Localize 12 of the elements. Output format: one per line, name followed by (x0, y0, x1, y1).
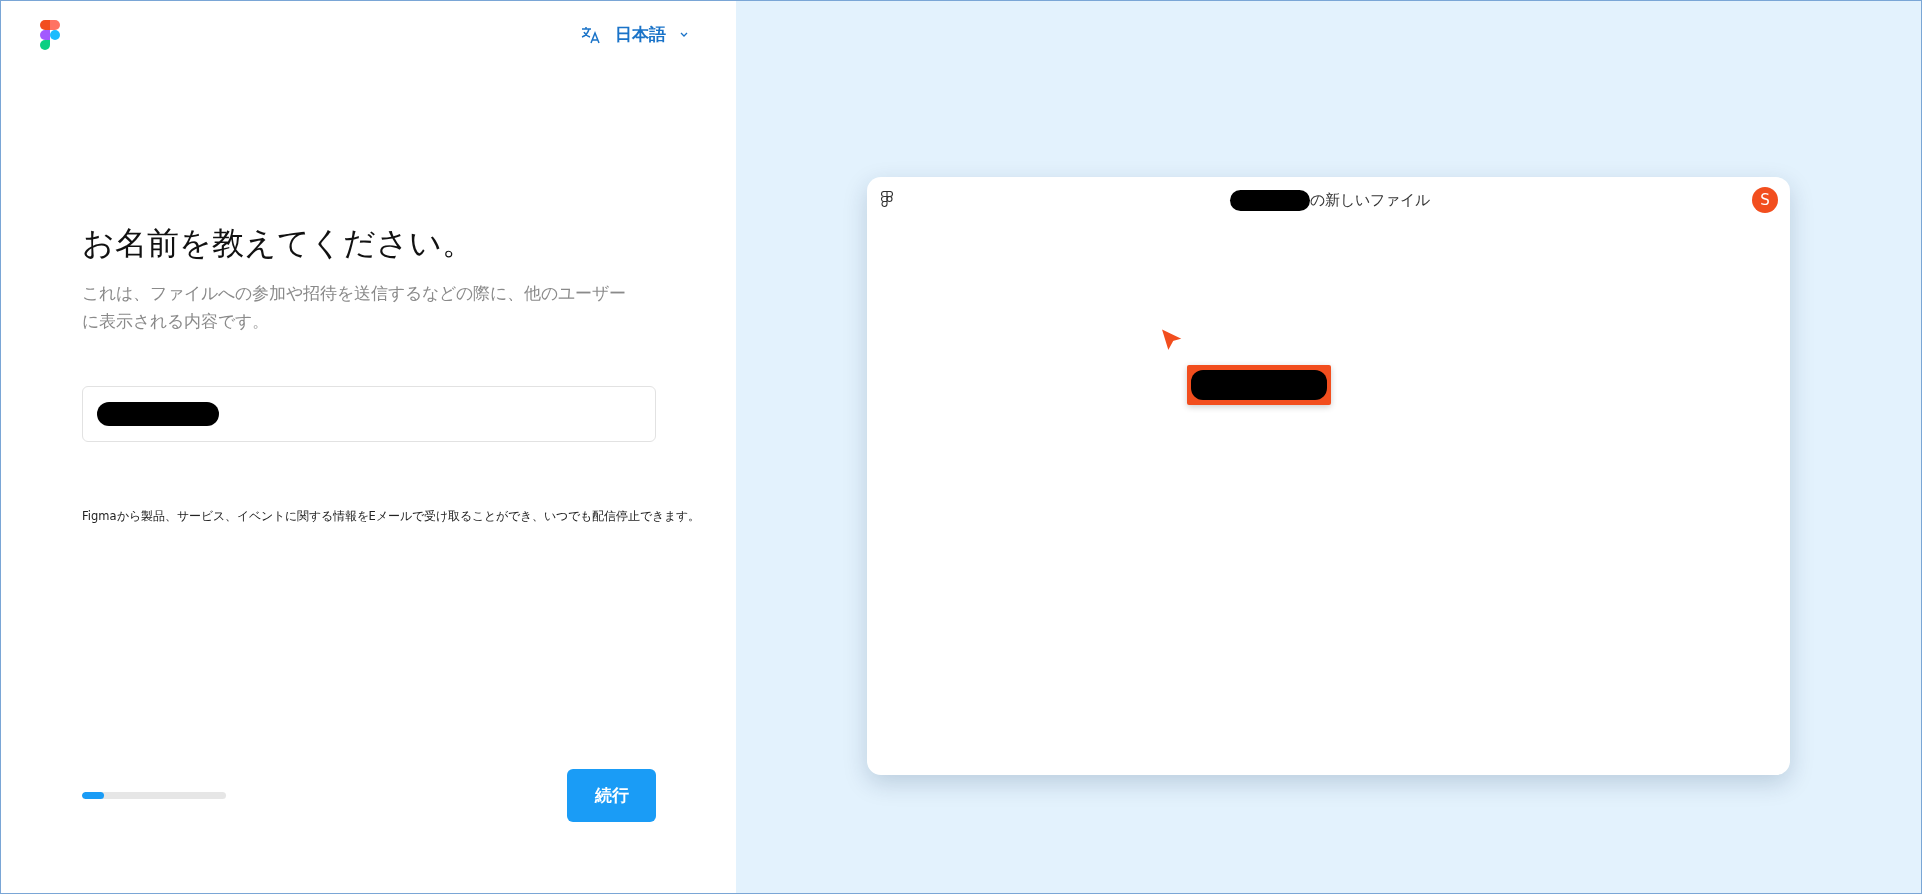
continue-button[interactable]: 続行 (567, 769, 656, 822)
caret-icon (680, 31, 688, 38)
name-field[interactable] (82, 386, 656, 443)
user-avatar: S (1752, 187, 1778, 213)
figma-logo (40, 19, 60, 50)
file-title: の新しいファイル (1309, 190, 1430, 210)
figma-icon (881, 191, 893, 209)
heading: お名前を教えてください。 (82, 223, 475, 264)
translate-icon (581, 24, 601, 45)
email-notice: Figmaから製品、サービス、イベントに関する情報をEメールで受け取ることができ、いつでも配信停止できます。 (82, 508, 700, 526)
description: これは、ファイルへの参加や招待を送信するなどの際に、他のユーザーに表示される内容です。 (82, 283, 627, 334)
language-selector[interactable]: 日本語 (577, 19, 692, 50)
